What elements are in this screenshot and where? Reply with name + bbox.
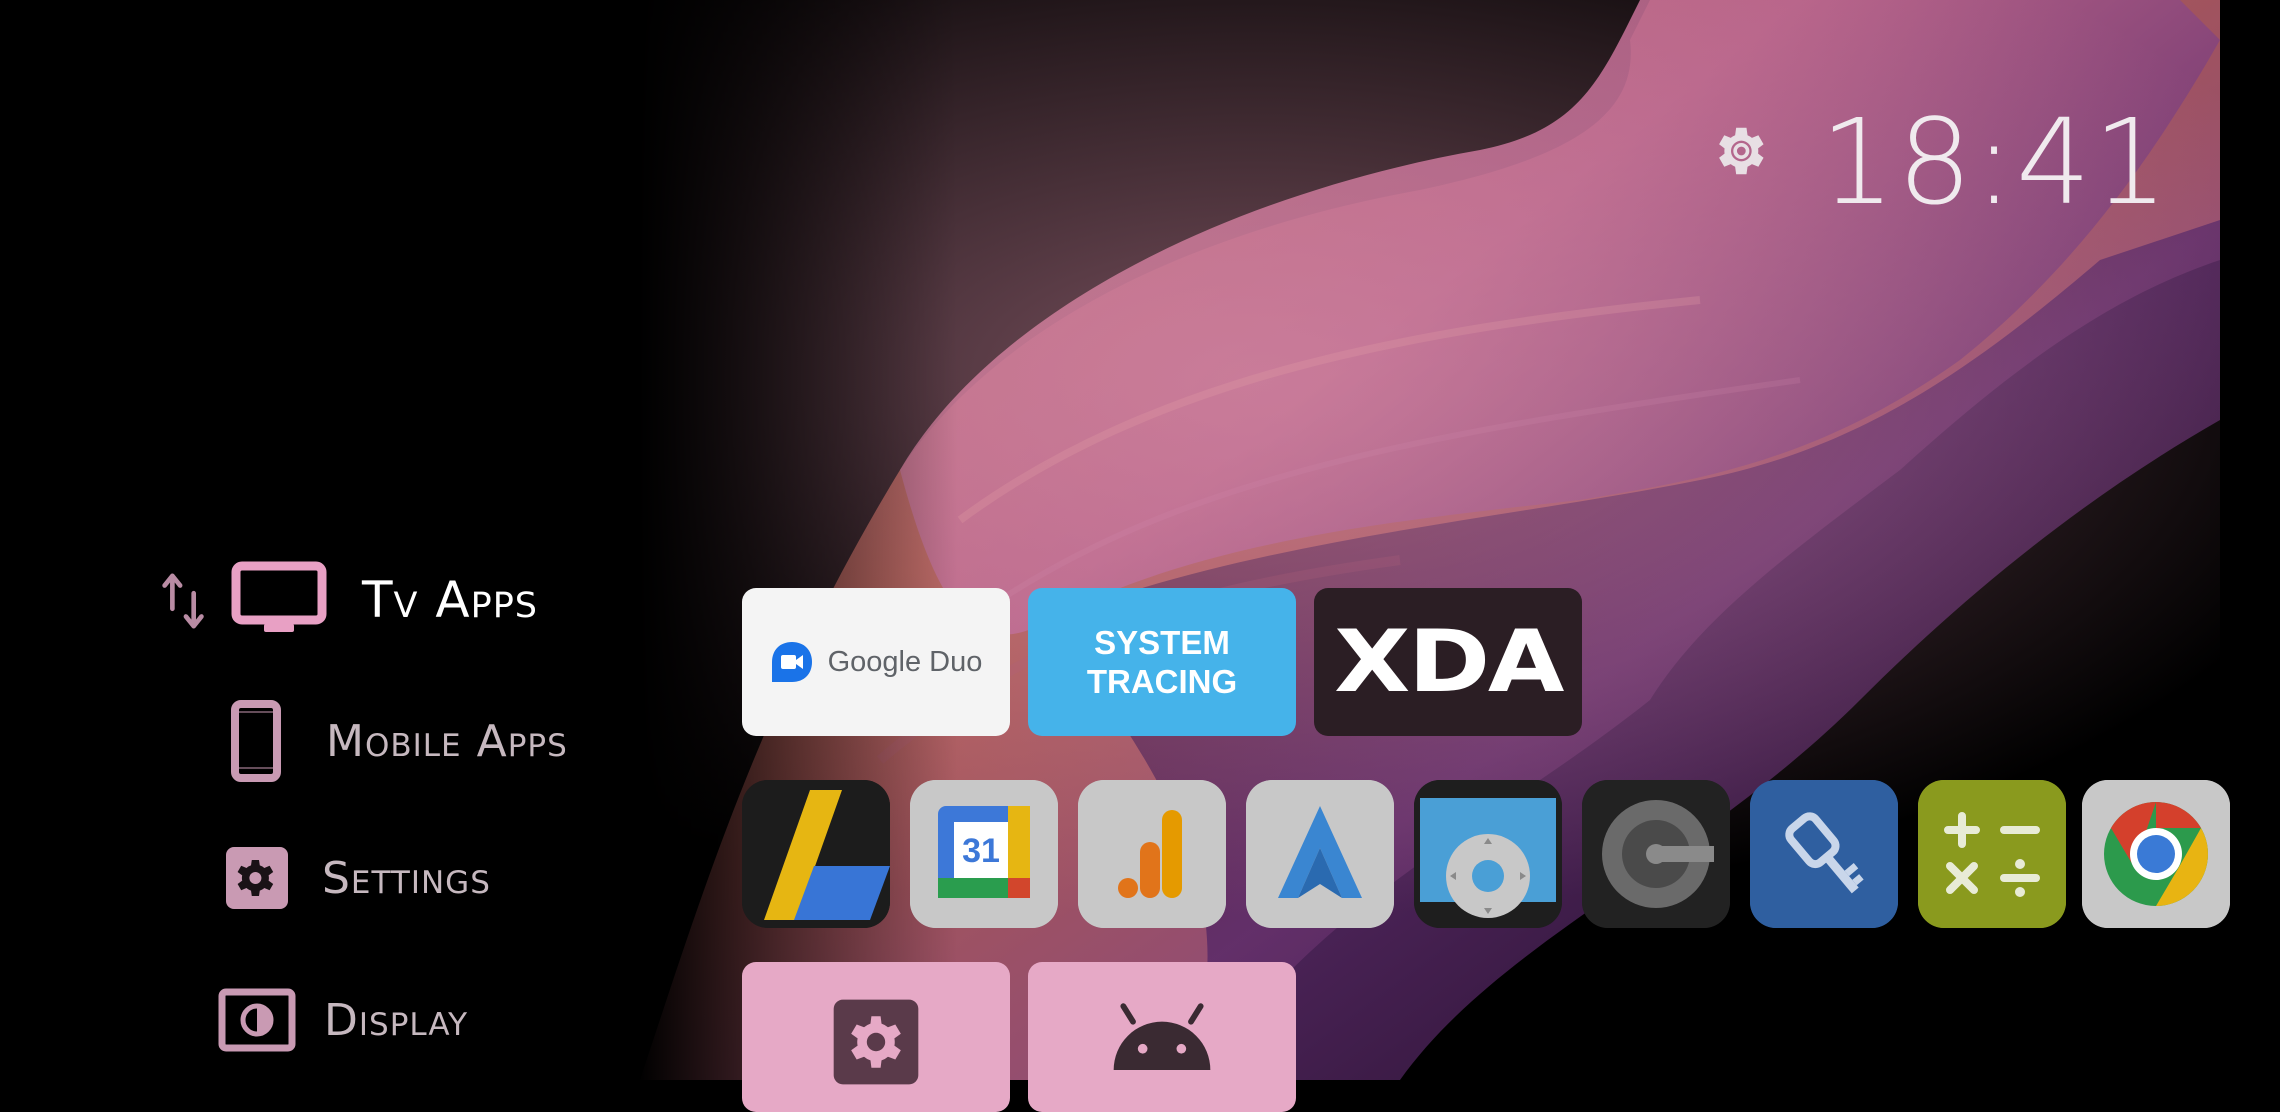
settings-gear-icon — [833, 999, 919, 1085]
app-key-chain[interactable] — [1750, 780, 1898, 928]
xda-logo: XDA — [1334, 612, 1564, 712]
sidebar-item-label: Mobile Apps — [326, 715, 568, 767]
app-android-auto[interactable] — [1246, 780, 1394, 928]
app-remote-control[interactable] — [1414, 780, 1562, 928]
google-duo-label: Google Duo — [827, 645, 983, 678]
sidebar-item-label: Display — [324, 994, 469, 1046]
sidebar-item-display[interactable]: Display — [218, 988, 468, 1052]
reorder-icon[interactable] — [160, 570, 208, 632]
sidebar-item-settings[interactable]: Settings — [224, 845, 491, 911]
settings-gear-icon[interactable] — [1708, 120, 1770, 182]
remote-control-icon — [1414, 780, 1562, 928]
system-tracing-label-line1: SYSTEM — [1094, 624, 1230, 661]
chrome-icon — [2082, 780, 2230, 928]
key-icon — [1750, 780, 1898, 928]
google-adsense-icon — [742, 780, 890, 928]
app-calculator[interactable] — [1918, 780, 2066, 928]
google-authenticator-icon — [1582, 780, 1730, 928]
gear-icon — [224, 845, 290, 911]
sidebar-item-label: Settings — [322, 852, 491, 904]
app-google-authenticator[interactable] — [1582, 780, 1730, 928]
google-duo-banner[interactable]: Google Duo — [742, 588, 1010, 736]
app-google-calendar[interactable]: 31 — [910, 780, 1058, 928]
app-chrome[interactable] — [2082, 780, 2230, 928]
calculator-icon — [1918, 780, 2066, 928]
tv-icon — [230, 560, 328, 640]
sidebar-item-label: Tv Apps — [362, 571, 539, 629]
settings-app-tile[interactable] — [742, 962, 1010, 1112]
sidebar-item-mobile-apps[interactable]: Mobile Apps — [230, 700, 568, 782]
clock-time: 18:41 — [1820, 93, 2171, 231]
system-tracing-banner[interactable]: SYSTEM TRACING — [1028, 588, 1296, 736]
xda-banner[interactable]: XDA — [1314, 588, 1582, 736]
smartphone-icon — [230, 700, 282, 782]
google-calendar-icon: 31 — [910, 780, 1058, 928]
app-google-adsense[interactable] — [742, 780, 890, 928]
app-google-analytics[interactable] — [1078, 780, 1226, 928]
google-duo-icon — [770, 640, 814, 684]
system-tracing-label-line2: TRACING — [1086, 663, 1238, 700]
android-auto-icon — [1246, 780, 1394, 928]
android-app-tile[interactable] — [1028, 962, 1296, 1112]
svg-text:31: 31 — [962, 832, 1000, 870]
android-robot-icon — [1113, 1003, 1211, 1070]
google-analytics-icon — [1078, 780, 1226, 928]
sidebar-item-tv-apps[interactable]: Tv Apps — [230, 560, 538, 640]
display-brightness-icon — [218, 988, 296, 1052]
